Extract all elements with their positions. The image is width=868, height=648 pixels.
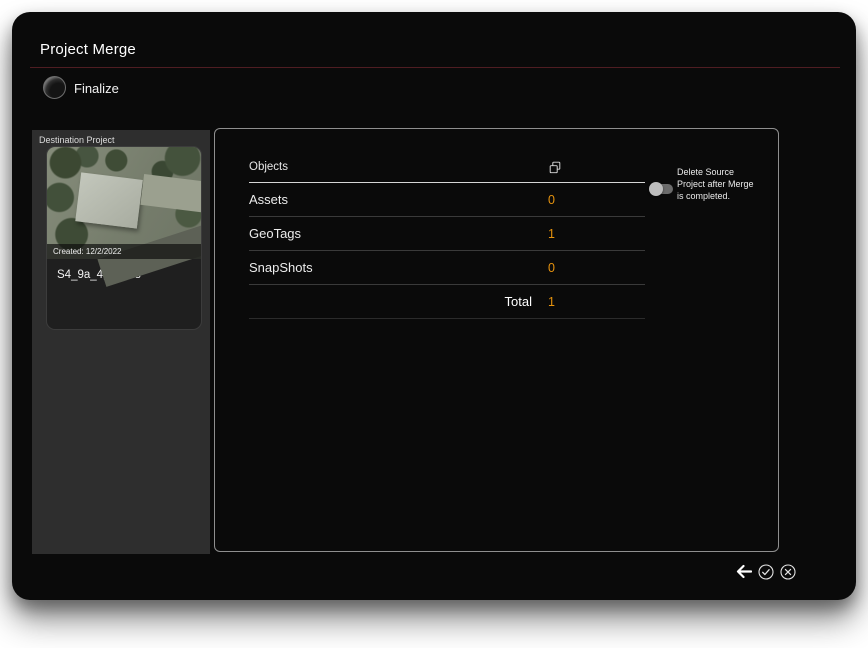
row-value: 0	[548, 260, 555, 275]
toggle-knob	[649, 182, 663, 196]
footer-actions	[735, 563, 796, 580]
delete-source-toggle-label: Delete Source Project after Merge is com…	[677, 167, 754, 201]
total-value: 1	[548, 294, 555, 309]
finalize-step-icon	[43, 76, 66, 99]
project-merge-dialog: Project Merge Finalize Destination Proje…	[12, 12, 856, 600]
row-label: SnapShots	[249, 260, 313, 275]
table-row-geotags: GeoTags 1	[249, 217, 645, 251]
destination-project-card: Created: 12/2/2022 S4_9a_4g_2p6s	[46, 146, 202, 330]
dialog-title: Project Merge	[40, 41, 136, 58]
back-arrow-icon[interactable]	[735, 563, 752, 580]
table-row-snapshots: SnapShots 0	[249, 251, 645, 285]
row-value: 0	[548, 192, 555, 207]
title-divider	[30, 67, 840, 68]
thumbnail-parking-lot-shape	[140, 174, 201, 214]
project-created-date: Created: 12/2/2022	[47, 244, 201, 259]
objects-count-icon	[548, 160, 562, 174]
thumbnail-building-shape	[75, 172, 143, 229]
row-label: Assets	[249, 192, 289, 207]
delete-source-toggle[interactable]	[649, 182, 673, 196]
row-label: GeoTags	[249, 226, 302, 241]
finalize-step-label: Finalize	[74, 81, 119, 96]
table-total-row: Total 1	[249, 285, 645, 319]
objects-table: Objects Assets 0 GeoTags 1 SnapShots 0 T…	[249, 151, 645, 319]
row-value: 1	[548, 226, 555, 241]
close-circle-icon[interactable]	[779, 563, 796, 580]
project-thumbnail: Created: 12/2/2022	[47, 147, 201, 287]
destination-project-panel: Destination Project Created: 12/2/2022 S…	[32, 130, 210, 554]
destination-project-label: Destination Project	[39, 135, 115, 145]
objects-header-label: Objects	[249, 160, 288, 173]
table-row-assets: Assets 0	[249, 183, 645, 217]
check-circle-icon[interactable]	[757, 563, 774, 580]
total-label: Total	[504, 294, 532, 309]
table-header-row: Objects	[249, 151, 645, 183]
